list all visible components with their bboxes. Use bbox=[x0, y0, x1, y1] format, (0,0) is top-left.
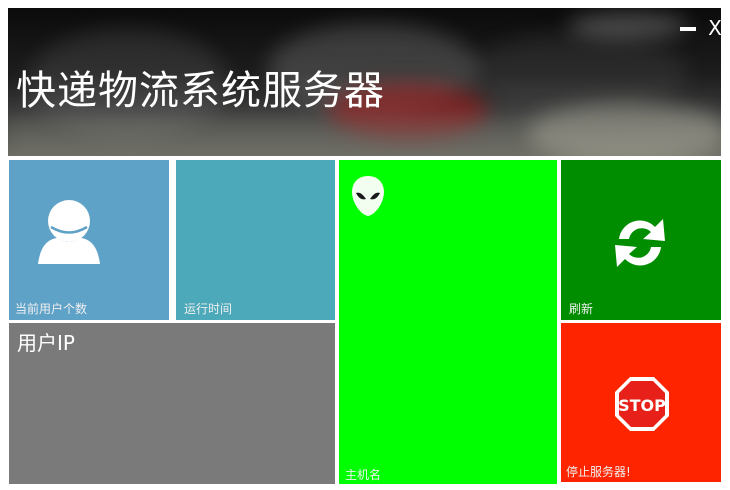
refresh-label: 刷新 bbox=[569, 302, 594, 316]
stop-sign-icon: STOP bbox=[615, 377, 669, 431]
refresh-tile[interactable]: 刷新 bbox=[561, 160, 721, 320]
uptime-label: 运行时间 bbox=[184, 302, 233, 316]
stop-server-tile[interactable]: STOP 停止服务器! bbox=[561, 323, 721, 482]
uptime-tile[interactable]: 运行时间 bbox=[176, 160, 335, 320]
user-ip-title: 用户IP bbox=[17, 331, 75, 355]
user-icon bbox=[38, 200, 100, 264]
alien-icon bbox=[352, 176, 384, 216]
hostname-label: 主机名 bbox=[345, 468, 382, 482]
close-button[interactable]: X bbox=[705, 17, 721, 39]
hostname-tile[interactable]: 主机名 bbox=[339, 160, 557, 484]
minimize-icon bbox=[680, 27, 696, 31]
app-title: 快递物流系统服务器 bbox=[16, 68, 385, 114]
stop-server-label: 停止服务器! bbox=[566, 465, 631, 479]
current-users-label: 当前用户个数 bbox=[15, 302, 88, 316]
user-ip-tile: 用户IP bbox=[9, 323, 335, 484]
svg-text:STOP: STOP bbox=[618, 396, 666, 415]
header-banner: 快递物流系统服务器 X bbox=[8, 8, 721, 156]
current-users-tile[interactable]: 当前用户个数 bbox=[9, 160, 169, 320]
minimize-button[interactable] bbox=[680, 20, 698, 36]
refresh-icon bbox=[615, 219, 665, 267]
server-window: 快递物流系统服务器 X 当前用户个数 运行时间 主机名 刷新 用户IP STOP… bbox=[0, 0, 730, 490]
